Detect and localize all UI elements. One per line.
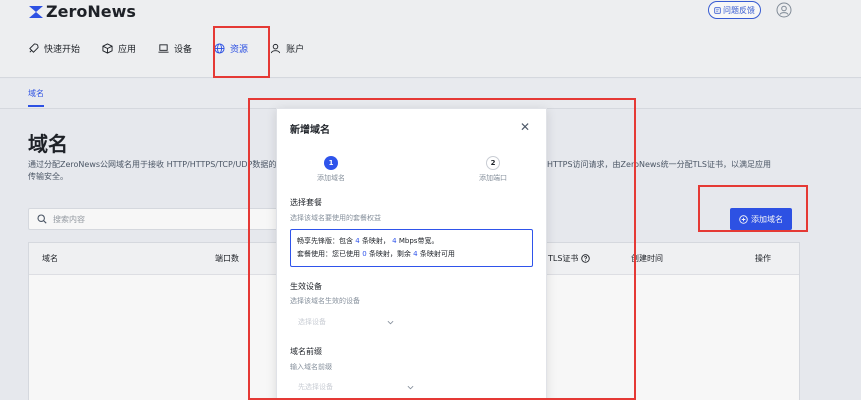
close-icon[interactable]: ✕ xyxy=(520,120,530,134)
text: 条映射， xyxy=(361,237,390,245)
text: 条映射，剩余 xyxy=(368,250,411,258)
package-line-1: 畅享先锋版：包含 4 条映射， 4 Mbps带宽。 xyxy=(297,235,526,248)
used-count: 0 xyxy=(362,250,367,258)
step-number: 2 xyxy=(486,156,500,170)
prefix-select[interactable]: 先选择设备 xyxy=(290,378,420,396)
mapping-count: 4 xyxy=(355,237,360,245)
step-add-port: 2 添加端口 xyxy=(479,156,507,183)
text: 畅享先锋版：包含 xyxy=(297,237,353,245)
prefix-select-placeholder: 先选择设备 xyxy=(298,383,333,391)
chevron-down-icon xyxy=(387,320,394,325)
step-add-domain: 1 添加域名 xyxy=(317,156,345,183)
text: 套餐使用：您已使用 xyxy=(297,250,360,258)
add-domain-dialog: 新增域名 ✕ 1 添加域名 2 添加端口 选择套餐 选择该域名要使用的套餐权益 … xyxy=(276,108,547,400)
device-hint: 选择该域名生效的设备 xyxy=(290,297,360,305)
device-select-placeholder: 选择设备 xyxy=(298,318,326,326)
text: Mbps带宽。 xyxy=(398,237,439,245)
dialog-title: 新增域名 xyxy=(290,125,330,136)
text: 条映射可用 xyxy=(419,250,455,258)
step-number: 1 xyxy=(324,156,338,170)
device-label: 生效设备 xyxy=(290,282,322,291)
chevron-down-icon xyxy=(407,385,414,390)
remaining-count: 4 xyxy=(413,250,418,258)
step-label: 添加域名 xyxy=(317,174,345,182)
package-option-card[interactable]: 畅享先锋版：包含 4 条映射， 4 Mbps带宽。 套餐使用：您已使用 0 条映… xyxy=(290,229,533,267)
step-label: 添加端口 xyxy=(479,174,507,182)
package-line-2: 套餐使用：您已使用 0 条映射，剩余 4 条映射可用 xyxy=(297,248,526,261)
bandwidth-value: 4 xyxy=(392,237,397,245)
device-select[interactable]: 选择设备 xyxy=(290,313,400,331)
package-label: 选择套餐 xyxy=(290,198,322,207)
package-hint: 选择该域名要使用的套餐权益 xyxy=(290,214,381,222)
prefix-label: 域名前缀 xyxy=(290,347,322,356)
prefix-hint: 输入域名前缀 xyxy=(290,363,332,371)
